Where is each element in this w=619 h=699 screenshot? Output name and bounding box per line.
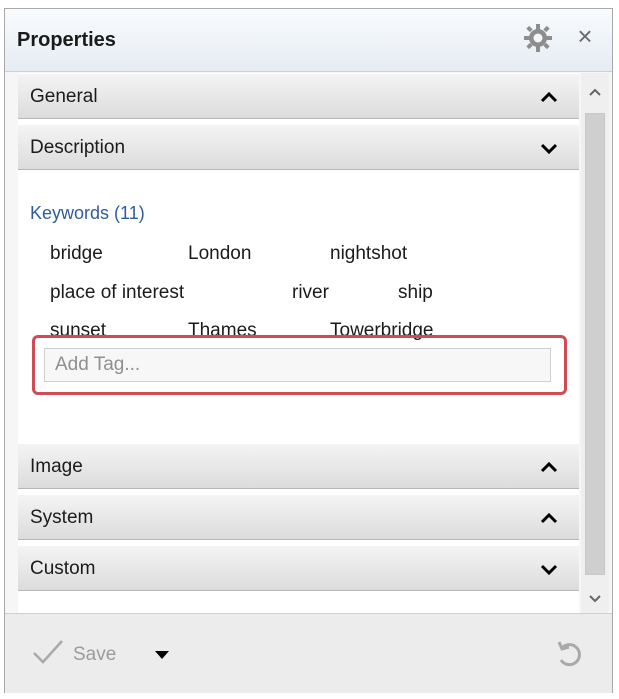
save-button[interactable]: Save [31, 640, 116, 670]
chevron-up-icon [540, 90, 558, 104]
add-tag-input[interactable] [44, 348, 551, 382]
keyword-tag[interactable]: nightshot [330, 243, 407, 265]
section-image[interactable]: Image [18, 443, 579, 489]
scroll-down-icon[interactable] [585, 588, 605, 608]
scroll-up-icon[interactable] [585, 83, 605, 103]
section-label: Image [30, 456, 83, 477]
keyword-tag[interactable]: place of interest [50, 282, 184, 304]
chevron-up-icon [540, 460, 558, 474]
panel-titlebar: Properties × [5, 9, 612, 72]
section-general[interactable]: General [18, 73, 579, 119]
section-label: Description [30, 137, 126, 158]
section-label: General [30, 86, 98, 107]
section-description[interactable]: Description [18, 124, 579, 170]
chevron-down-icon [540, 562, 558, 576]
keyword-tag[interactable]: ship [398, 282, 433, 304]
vertical-scrollbar[interactable] [581, 73, 609, 613]
checkmark-icon [31, 638, 65, 672]
chevron-down-icon [540, 141, 558, 155]
add-tag-highlight [32, 335, 567, 395]
description-body: Keywords (11) bridge London nightshot pl… [18, 175, 579, 435]
properties-content: General Description Keywords (11) bridge… [18, 73, 579, 613]
section-label: Custom [30, 558, 96, 579]
section-custom[interactable]: Custom [18, 545, 579, 591]
panel-title: Properties [17, 29, 116, 51]
properties-panel: Properties × General Description Keyword… [4, 8, 613, 693]
scrollbar-thumb[interactable] [585, 113, 605, 575]
chevron-down-icon[interactable] [153, 648, 171, 660]
keyword-tag[interactable]: London [188, 243, 251, 265]
keyword-tag[interactable]: bridge [50, 243, 103, 265]
gear-icon[interactable] [523, 23, 553, 53]
keyword-tag[interactable]: river [292, 282, 329, 304]
keywords-label: Keywords (11) [30, 203, 145, 223]
undo-icon[interactable] [552, 638, 586, 672]
chevron-up-icon [540, 511, 558, 525]
section-label: System [30, 507, 94, 528]
save-label: Save [73, 644, 117, 665]
close-icon[interactable]: × [570, 21, 600, 51]
bottom-toolbar: Save [5, 613, 612, 693]
section-system[interactable]: System [18, 494, 579, 540]
